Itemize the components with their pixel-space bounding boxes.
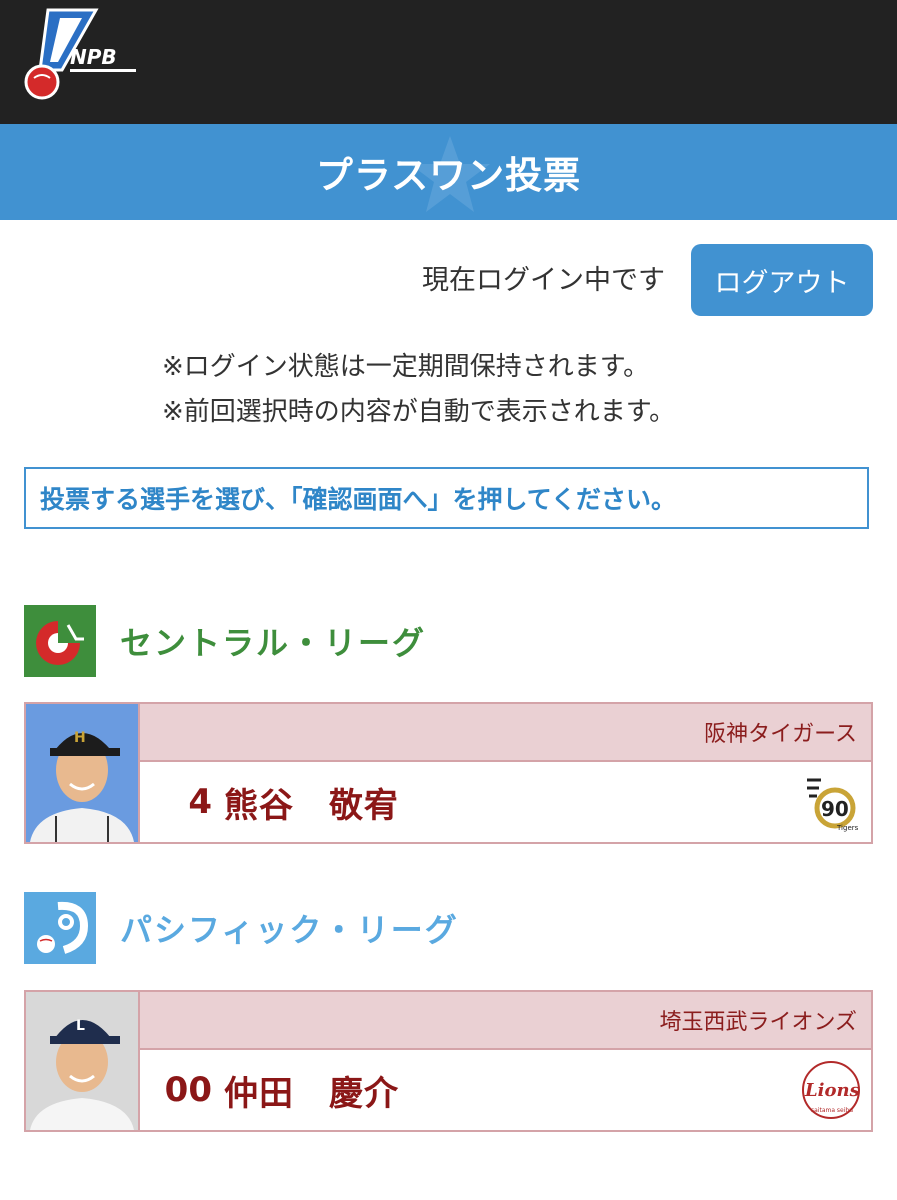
league-name: パシフィック・リーグ <box>120 911 459 949</box>
player-line: 00 仲田 慶介 Lions saitama seibu <box>140 1050 871 1130</box>
player-name: 仲田 慶介 <box>224 1073 399 1114</box>
pacific-league-header: パシフィック・リーグ <box>24 892 874 964</box>
team-name: 埼玉西武ライオンズ <box>140 992 871 1050</box>
player-number: 00 <box>164 1070 212 1110</box>
login-status-text: 現在ログイン中です <box>422 265 665 296</box>
logout-button[interactable]: ログアウト <box>691 244 873 316</box>
svg-text:Lions: Lions <box>804 1080 860 1101</box>
svg-text:Tigers: Tigers <box>836 824 859 832</box>
player-line: 4 熊谷 敬宥 90 Tigers <box>140 762 871 842</box>
svg-text:L: L <box>76 1018 85 1034</box>
top-bar: NPB <box>0 0 897 124</box>
notes: ※ログイン状態は一定期間保持されます。 ※前回選択時の内容が自動で表示されます。 <box>162 345 862 435</box>
player-photo: L <box>26 992 140 1130</box>
npb-logo[interactable]: NPB <box>22 8 142 104</box>
svg-text:saitama seibu: saitama seibu <box>811 1107 853 1114</box>
instruction-box: 投票する選手を選び、「確認画面へ」を押してください。 <box>24 467 869 529</box>
player-card-central[interactable]: H 阪神タイガース 4 熊谷 敬宥 90 Tigers <box>24 702 873 844</box>
tigers-logo-icon: 90 Tigers <box>807 778 859 832</box>
central-league-header: セントラル・リーグ <box>24 605 874 677</box>
pacific-league-icon <box>24 892 96 964</box>
note-line: ※前回選択時の内容が自動で表示されます。 <box>162 397 676 427</box>
player-card-pacific[interactable]: L 埼玉西武ライオンズ 00 仲田 慶介 Lions saitama seibu <box>24 990 873 1132</box>
svg-text:90: 90 <box>821 797 849 821</box>
svg-text:NPB: NPB <box>70 45 117 69</box>
svg-text:H: H <box>74 730 86 746</box>
team-name: 阪神タイガース <box>140 704 871 762</box>
title-bar: プラスワン投票 <box>0 124 897 220</box>
player-name: 熊谷 敬宥 <box>224 785 399 826</box>
league-name: セントラル・リーグ <box>120 624 427 662</box>
lions-logo-icon: Lions saitama seibu <box>802 1061 860 1119</box>
player-number: 4 <box>188 782 212 822</box>
note-line: ※ログイン状態は一定期間保持されます。 <box>162 352 650 382</box>
page-title: プラスワン投票 <box>315 154 582 197</box>
central-league-icon <box>24 605 96 677</box>
player-photo: H <box>26 704 140 842</box>
